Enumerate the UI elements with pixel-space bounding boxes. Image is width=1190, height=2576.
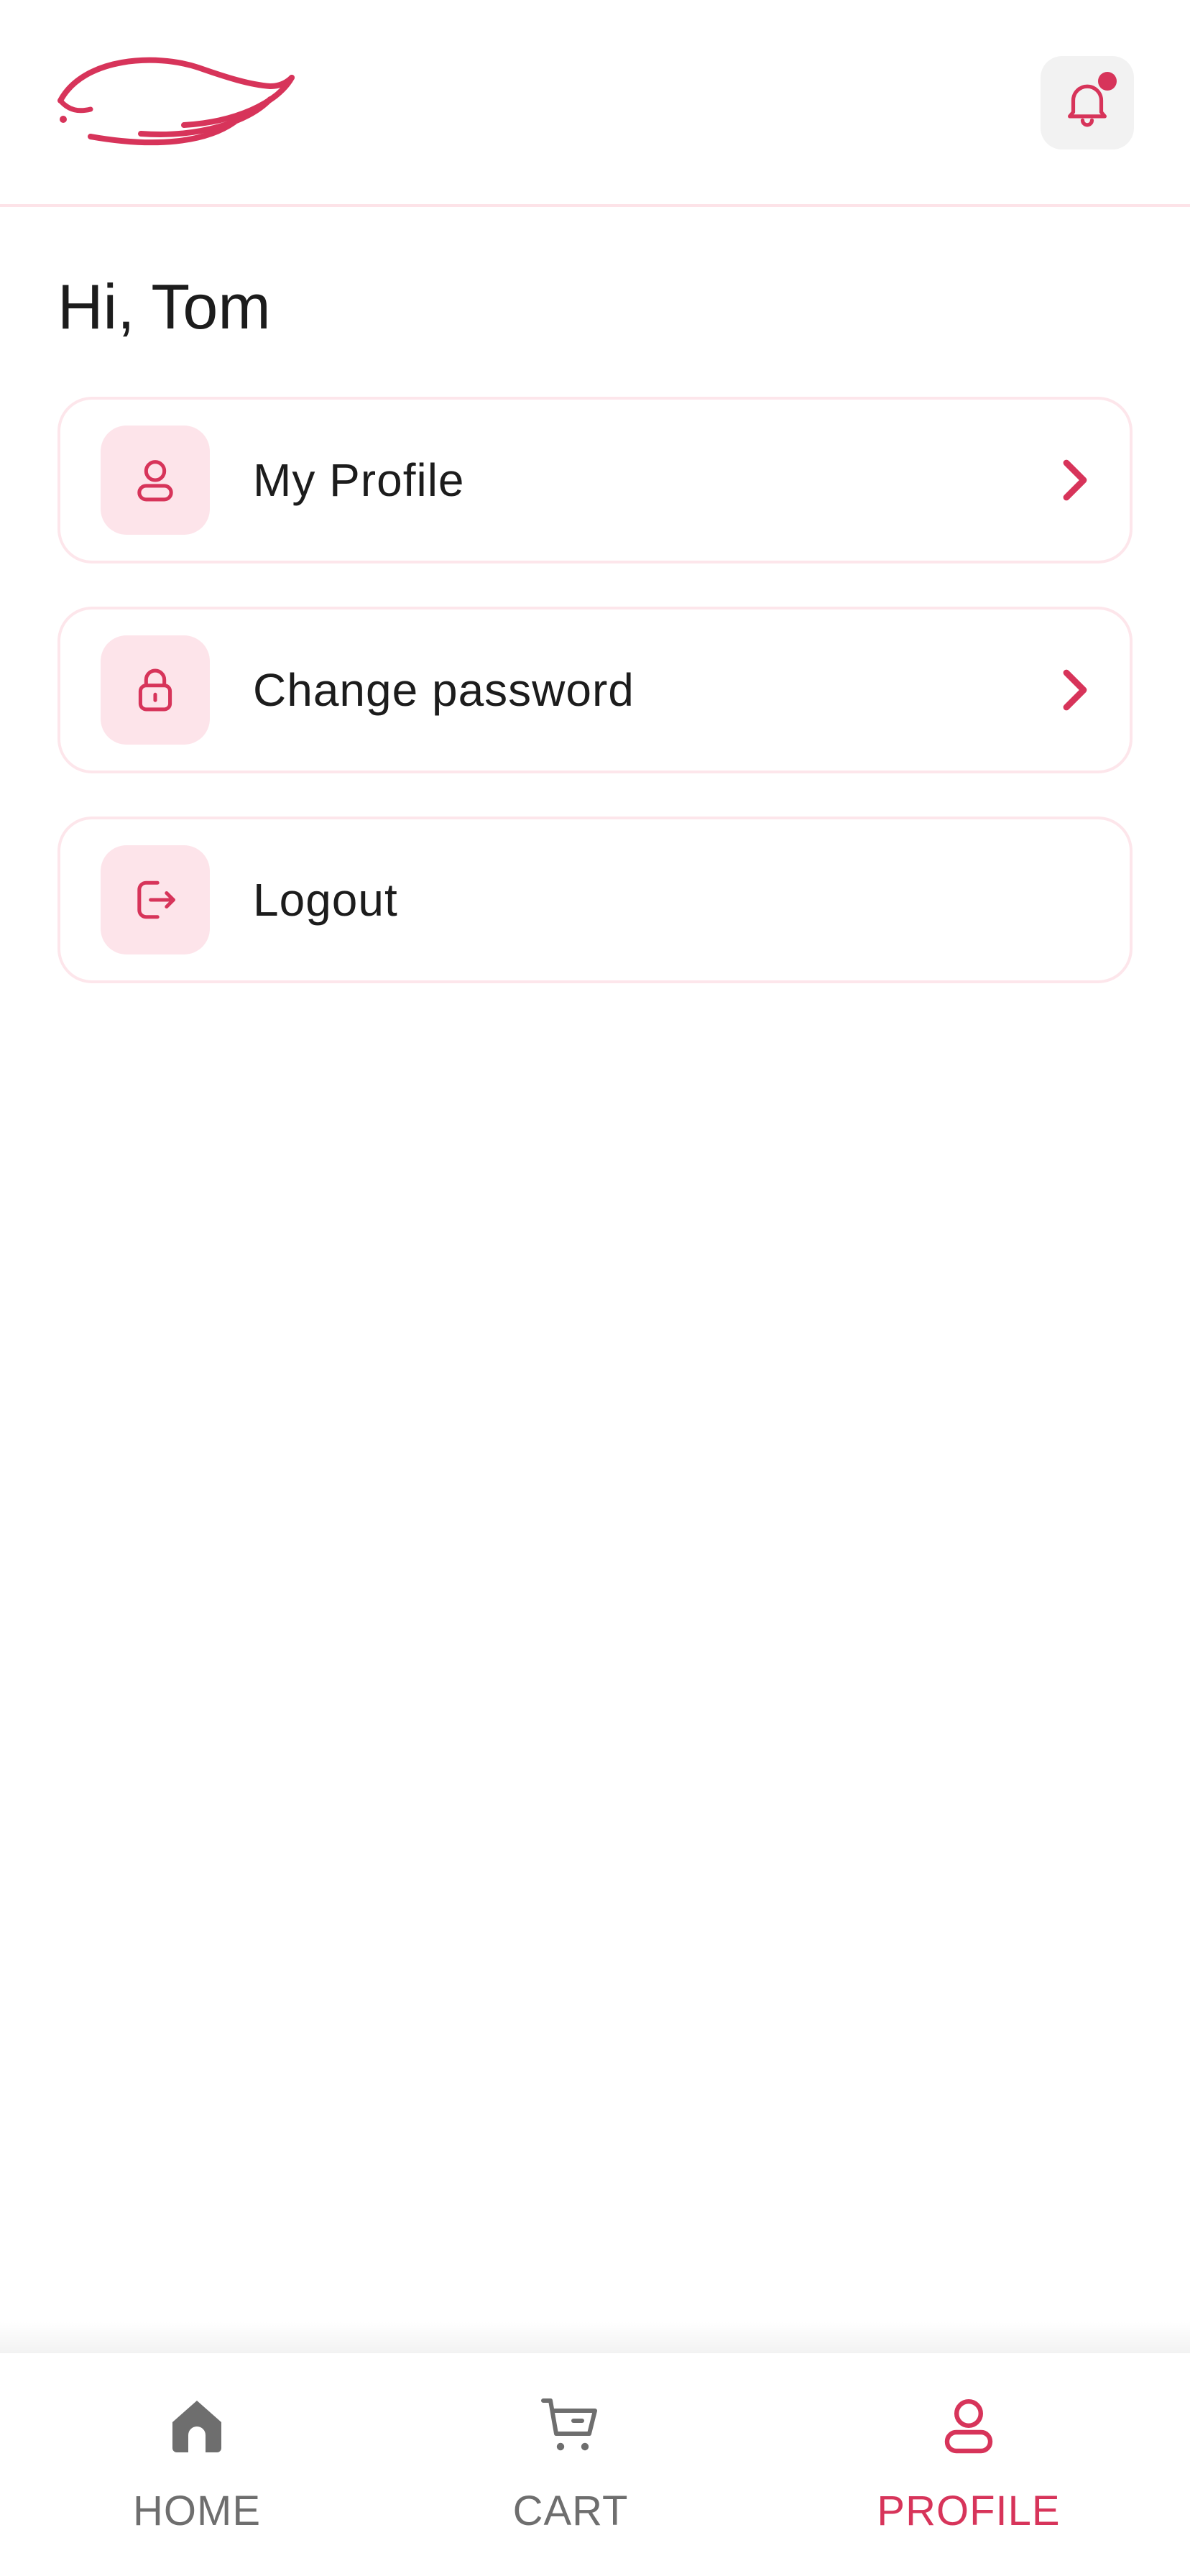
menu-icon-bg [101, 426, 210, 535]
menu-item-my-profile[interactable]: My Profile [57, 397, 1133, 564]
notification-button[interactable] [1041, 56, 1134, 150]
app-header [0, 0, 1190, 207]
nav-label-cart: CART [512, 2488, 629, 2534]
bottom-nav-shadow [0, 2322, 1190, 2353]
nav-label-profile: PROFILE [877, 2488, 1061, 2534]
menu-label: Logout [253, 874, 398, 926]
home-icon [172, 2401, 221, 2452]
cart-icon [541, 2398, 597, 2451]
nav-item-profile[interactable]: PROFILE [825, 2353, 1112, 2576]
nav-label-home: HOME [133, 2488, 261, 2534]
lock-icon [138, 668, 172, 712]
menu-item-logout[interactable]: Logout [57, 816, 1133, 983]
menu-icon-bg [101, 635, 210, 745]
user-icon [137, 460, 173, 502]
menu-label: Change password [253, 664, 635, 716]
chevron-right-icon [1063, 459, 1087, 501]
chevron-right-icon [1063, 669, 1087, 711]
logout-icon [137, 880, 175, 919]
greeting-title: Hi, Tom [57, 271, 271, 342]
menu-icon-bg [101, 845, 210, 954]
nav-item-cart[interactable]: CART [427, 2353, 714, 2576]
menu-item-change-password[interactable]: Change password [57, 607, 1133, 773]
menu-label: My Profile [253, 454, 465, 506]
unread-indicator [1098, 72, 1117, 91]
wing-logo-icon [57, 57, 295, 146]
user-icon [944, 2399, 993, 2454]
bottom-nav: HOME CART PROFILE [0, 2353, 1190, 2576]
nav-item-home[interactable]: HOME [53, 2353, 341, 2576]
